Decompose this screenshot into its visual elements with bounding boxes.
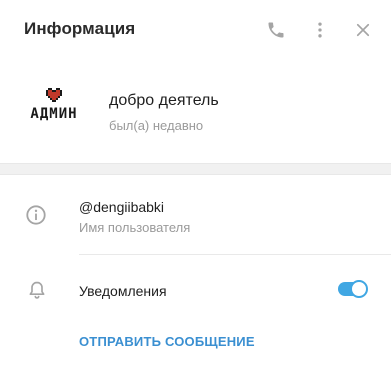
panel-title: Информация — [24, 19, 136, 38]
avatar-text: АДМИН — [30, 106, 78, 122]
more-options-button[interactable] — [307, 16, 333, 44]
phone-icon — [268, 22, 284, 38]
profile-name: добро деятель — [109, 92, 219, 109]
heart-icon — [46, 88, 62, 102]
more-vertical-icon — [318, 22, 322, 38]
profile-section: АДМИН добро деятель был(а) недавно — [0, 60, 391, 163]
call-button[interactable] — [263, 16, 289, 44]
info-panel: Информация АДМИН добро деятель был(а) не… — [0, 0, 391, 372]
notifications-row[interactable]: Уведомления — [0, 270, 391, 310]
row-divider — [79, 254, 391, 255]
notifications-toggle[interactable] — [337, 280, 368, 298]
info-icon — [26, 205, 46, 225]
panel-header: Информация — [0, 0, 391, 60]
username-value: @dengiibabki — [79, 199, 165, 215]
notifications-label: Уведомления — [79, 283, 167, 299]
section-divider — [0, 163, 391, 175]
toggle-knob — [350, 280, 368, 298]
avatar[interactable]: АДМИН — [22, 88, 86, 128]
close-icon — [356, 23, 370, 37]
profile-status: был(а) недавно — [109, 118, 204, 133]
username-label: Имя пользователя — [79, 220, 191, 235]
send-message-button[interactable]: ОТПРАВИТЬ СООБЩЕНИЕ — [79, 334, 255, 349]
close-button[interactable] — [350, 16, 376, 44]
username-row[interactable]: @dengiibabki Имя пользователя — [0, 176, 391, 254]
bell-icon — [29, 281, 45, 299]
